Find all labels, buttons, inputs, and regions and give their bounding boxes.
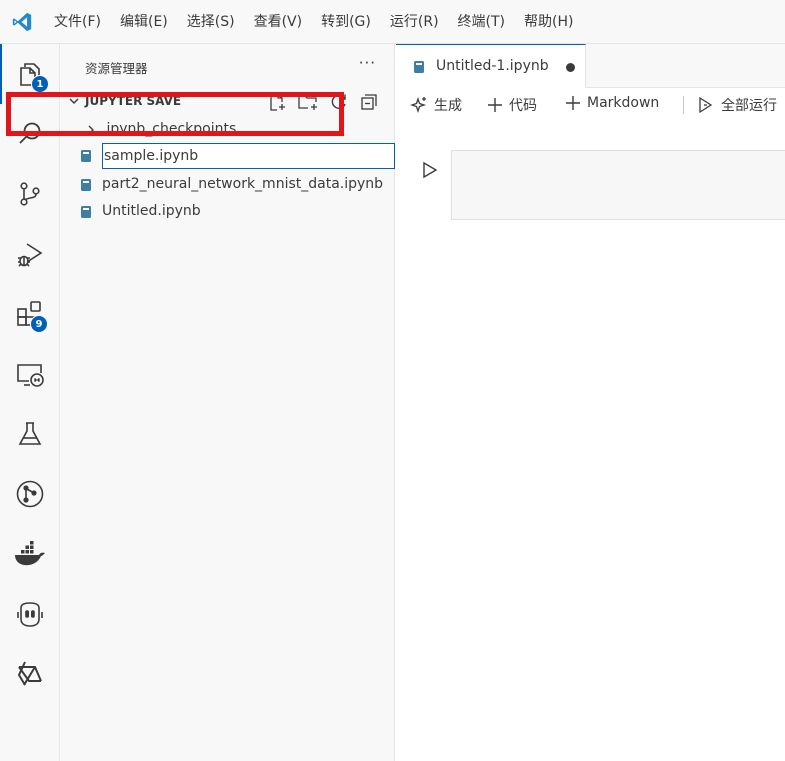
tab-untitled-1[interactable]: Untitled-1.ipynb xyxy=(396,44,586,88)
menu-view[interactable]: 查看(V) xyxy=(244,0,312,44)
markdown-label: Markdown xyxy=(587,95,660,111)
menu-go[interactable]: 转到(G) xyxy=(311,0,380,44)
add-markdown-cell-button[interactable]: Markdown xyxy=(565,95,659,111)
tree-item-label: .ipynb_checkpoints xyxy=(102,121,237,137)
title-bar: 文件(F) 编辑(E) 选择(S) 查看(V) 转到(G) 运行(R) 终端(T… xyxy=(0,0,785,44)
activity-run-debug[interactable] xyxy=(0,224,60,284)
menu-terminal[interactable]: 终端(T) xyxy=(448,0,514,44)
plus-icon xyxy=(566,96,580,110)
menu-selection[interactable]: 选择(S) xyxy=(177,0,244,44)
workspace-section-header[interactable]: JUPYTER SAVE xyxy=(61,90,395,114)
tree-item-part2-notebook[interactable]: part2_neural_network_mnist_data.ipynb xyxy=(61,172,395,198)
code-cell-editor[interactable] xyxy=(451,150,785,220)
rename-input[interactable] xyxy=(102,143,395,169)
more-actions-button[interactable]: ··· xyxy=(359,54,376,72)
toolbar-separator xyxy=(683,96,684,114)
run-all-icon xyxy=(699,96,713,114)
activity-copilot[interactable] xyxy=(0,584,60,644)
remote-explorer-icon xyxy=(17,364,44,387)
activity-codeium[interactable] xyxy=(0,644,60,704)
activity-remote-explorer[interactable] xyxy=(0,344,60,404)
activity-search[interactable] xyxy=(0,104,60,164)
activity-extensions[interactable]: 9 xyxy=(0,284,60,344)
activity-testing[interactable] xyxy=(0,404,60,464)
new-folder-icon[interactable] xyxy=(297,92,319,112)
vscode-logo-icon xyxy=(0,0,44,44)
chevron-right-icon xyxy=(88,125,94,135)
section-actions xyxy=(267,92,379,112)
tab-label: Untitled-1.ipynb xyxy=(436,58,549,74)
tree-item-untitled-notebook[interactable]: Untitled.ipynb xyxy=(61,199,395,225)
editor-area: Untitled-1.ipynb 生成 代码 Markdown 全部运行 xyxy=(396,44,785,761)
menu-bar: 文件(F) 编辑(E) 选择(S) 查看(V) 转到(G) 运行(R) 终端(T… xyxy=(44,0,582,44)
notebook-toolbar: 生成 代码 Markdown 全部运行 xyxy=(396,88,785,120)
notebook-icon xyxy=(81,206,91,218)
activity-bar: 1 9 xyxy=(0,44,60,761)
beaker-icon xyxy=(18,422,42,445)
sparkle-icon xyxy=(410,96,427,114)
generate-label: 生成 xyxy=(434,98,462,114)
unsaved-dot-icon[interactable] xyxy=(566,63,575,72)
new-file-icon[interactable] xyxy=(267,92,287,112)
explorer-badge: 1 xyxy=(31,75,49,93)
tree-item-label: part2_neural_network_mnist_data.ipynb xyxy=(102,176,384,192)
extensions-badge: 9 xyxy=(30,315,48,333)
explorer-sidebar: 资源管理器 ··· JUPYTER SAVE .ipynb_checkpoint… xyxy=(61,44,403,761)
plus-icon xyxy=(488,98,502,112)
collapse-all-icon[interactable] xyxy=(359,92,379,112)
add-code-cell-button[interactable]: 代码 xyxy=(487,95,537,115)
tree-item-ipynb-checkpoints[interactable]: .ipynb_checkpoints xyxy=(61,117,395,143)
menu-help[interactable]: 帮助(H) xyxy=(514,0,582,44)
menu-file[interactable]: 文件(F) xyxy=(44,0,110,44)
tree-item-label: Untitled.ipynb xyxy=(102,203,201,219)
activity-git-graph[interactable] xyxy=(0,464,60,524)
menu-run[interactable]: 运行(R) xyxy=(380,0,448,44)
run-all-label: 全部运行 xyxy=(721,98,777,114)
notebook-icon xyxy=(81,150,91,162)
run-debug-icon xyxy=(18,243,43,267)
codeium-icon xyxy=(17,661,42,686)
workspace-title: JUPYTER SAVE xyxy=(85,94,182,108)
git-graph-icon xyxy=(16,480,44,508)
activity-docker[interactable] xyxy=(0,524,60,584)
code-label: 代码 xyxy=(509,98,537,114)
robot-icon xyxy=(17,602,43,627)
run-all-button[interactable]: 全部运行 xyxy=(697,95,777,115)
chevron-down-icon xyxy=(69,98,79,105)
activity-source-control[interactable] xyxy=(0,164,60,224)
sidebar-title: 资源管理器 xyxy=(85,61,148,76)
notebook-icon xyxy=(81,179,91,191)
refresh-icon[interactable] xyxy=(329,92,349,112)
generate-button[interactable]: 生成 xyxy=(410,95,462,115)
tab-bar: Untitled-1.ipynb xyxy=(396,44,785,88)
search-icon xyxy=(19,122,41,144)
source-control-icon xyxy=(20,182,40,206)
activity-explorer[interactable]: 1 xyxy=(0,44,60,104)
run-cell-icon[interactable] xyxy=(422,161,438,179)
notebook-icon xyxy=(414,61,424,73)
menu-edit[interactable]: 编辑(E) xyxy=(110,0,177,44)
docker-icon xyxy=(15,541,45,566)
